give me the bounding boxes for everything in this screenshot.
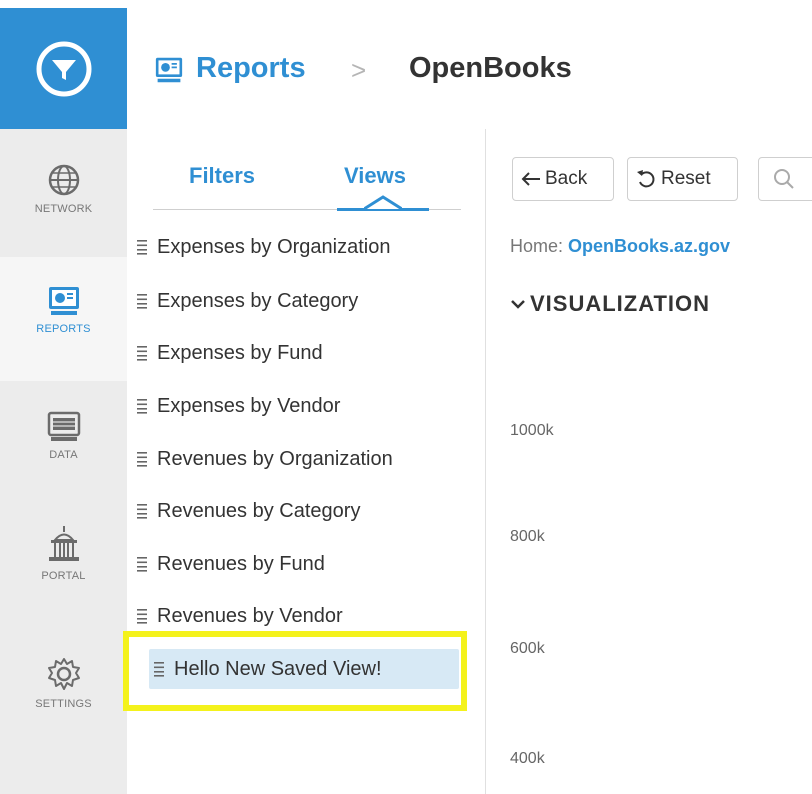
globe-icon [48,164,79,196]
view-item[interactable]: Expenses by Vendor [132,386,462,426]
reset-button[interactable]: Reset [627,157,738,201]
rail-label-network: NETWORK [34,203,93,215]
page-title: OpenBooks [409,52,572,84]
view-item[interactable]: Expenses by Organization [132,227,462,267]
rail-item-reports[interactable]: REPORTS [0,257,127,381]
drag-handle-icon[interactable] [132,398,152,414]
y-axis-tick: 800k [510,528,545,545]
breadcrumb: Reports > OpenBooks [127,8,812,130]
data-icon [47,411,80,441]
view-item[interactable]: Revenues by Organization [132,439,462,479]
home-link[interactable]: OpenBooks.az.gov [568,236,730,256]
drag-handle-icon[interactable] [132,345,152,361]
visualization-section-toggle[interactable]: VISUALIZATION [510,291,710,317]
view-item-label: Revenues by Category [157,499,361,522]
view-item-label: Expenses by Fund [157,341,323,364]
view-item-label: Expenses by Category [157,289,359,312]
rail-item-settings[interactable]: SETTINGS [0,634,127,754]
rail-label-portal: PORTAL [41,570,86,582]
view-item[interactable]: Revenues by Fund [132,544,462,584]
y-axis-tick: 400k [510,750,545,767]
view-item-label: Revenues by Fund [157,552,325,575]
view-item[interactable]: Expenses by Category [132,281,462,321]
view-item[interactable]: Revenues by Category [132,491,462,531]
home-prefix: Home: [510,236,564,256]
app-logo[interactable] [0,8,127,129]
reports-icon [48,287,79,315]
view-item-label: Hello New Saved View! [174,657,382,680]
arrow-left-icon [521,172,540,186]
chevron-down-icon [511,300,525,309]
views-panel: Filters Views Expenses by Organization Ex… [127,129,486,794]
rail-label-settings: SETTINGS [35,698,92,710]
view-item-selected[interactable]: Hello New Saved View! [149,649,459,689]
rail-item-network[interactable]: NETWORK [0,139,127,249]
back-button[interactable]: Back [512,157,614,201]
view-item-label: Expenses by Vendor [157,394,341,417]
gear-icon [47,658,80,690]
reset-icon [637,170,655,188]
y-axis-tick: 1000k [510,422,554,439]
reset-button-label: Reset [661,168,711,189]
left-rail: NETWORK REPORTS DATA PORTAL SETTINGS [0,129,127,794]
search-icon [774,169,794,189]
active-tab-caret-icon [364,195,402,210]
view-item-label: Revenues by Organization [157,447,393,470]
tab-views[interactable]: Views [344,163,406,189]
drag-handle-icon[interactable] [132,293,152,309]
view-item-label: Revenues by Vendor [157,604,343,627]
rail-label-reports: REPORTS [36,323,91,335]
tab-filters[interactable]: Filters [189,163,255,189]
portal-building-icon [48,526,79,561]
drag-handle-icon[interactable] [132,451,152,467]
reports-icon [155,57,183,83]
back-button-label: Back [545,168,588,189]
view-item-label: Expenses by Organization [157,235,391,258]
funnel-logo-icon [36,41,91,96]
view-item[interactable]: Revenues by Vendor [132,596,462,636]
drag-handle-icon[interactable] [132,239,152,255]
drag-handle-icon[interactable] [149,661,169,677]
rail-label-data: DATA [49,449,78,461]
breadcrumb-reports-link[interactable]: Reports [196,52,306,85]
home-line: Home: OpenBooks.az.gov [510,236,730,257]
drag-handle-icon[interactable] [132,608,152,624]
drag-handle-icon[interactable] [132,556,152,572]
rail-item-portal[interactable]: PORTAL [0,514,127,634]
y-axis-tick: 600k [510,640,545,657]
rail-item-data[interactable]: DATA [0,389,127,509]
search-input[interactable] [758,157,812,201]
drag-handle-icon[interactable] [132,503,152,519]
main-content: Back Reset Home: OpenBooks.az.gov VISUAL… [486,129,812,794]
breadcrumb-separator: > [351,55,367,85]
view-item[interactable]: Expenses by Fund [132,333,462,373]
visualization-title: VISUALIZATION [530,291,711,316]
